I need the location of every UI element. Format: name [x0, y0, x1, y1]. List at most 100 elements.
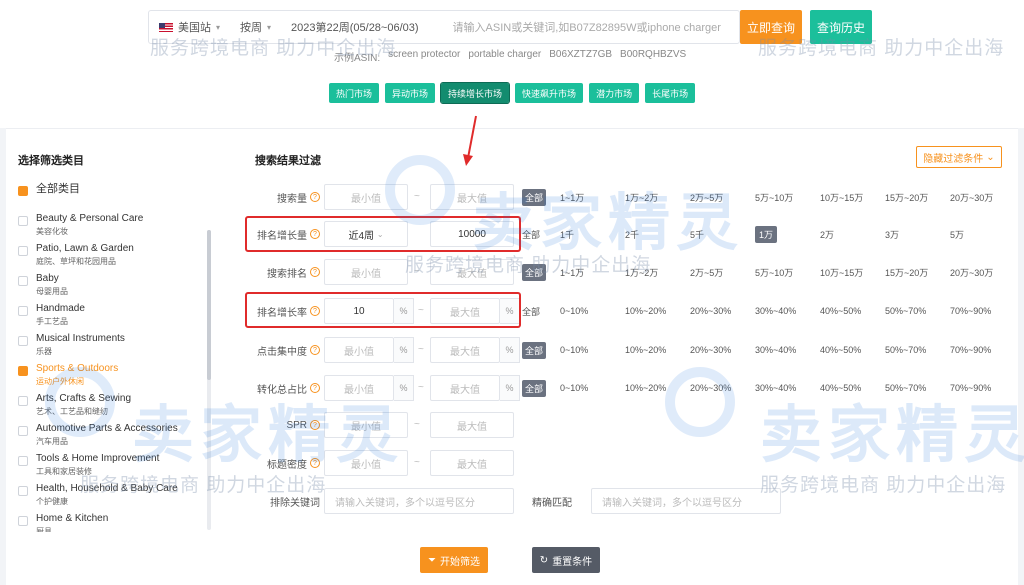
max-input[interactable]: 最大值: [430, 375, 500, 401]
checkbox[interactable]: [18, 426, 28, 436]
preset-option[interactable]: 全部: [522, 188, 560, 206]
tab-surging-market[interactable]: 快速飙升市场: [515, 83, 584, 103]
tab-volatile-market[interactable]: 异动市场: [385, 83, 436, 103]
preset-option[interactable]: 40%~50%: [820, 383, 885, 393]
min-input[interactable]: 最小值: [324, 412, 408, 438]
preset-option[interactable]: 全部: [522, 379, 560, 397]
search-input[interactable]: 请输入ASIN或关键词,如B07Z82895W或iphone charger: [429, 19, 739, 35]
preset-option[interactable]: 20%~30%: [690, 345, 755, 355]
category-item[interactable]: 全部类目: [18, 182, 208, 212]
checkbox[interactable]: [18, 276, 28, 286]
category-item[interactable]: Tools & Home Improvement 工具和家居装修: [18, 452, 208, 482]
max-input[interactable]: 最大值: [430, 184, 514, 210]
help-icon[interactable]: ?: [310, 192, 320, 202]
help-icon[interactable]: ?: [310, 345, 320, 355]
preset-option[interactable]: 0~10%: [560, 345, 625, 355]
preset-option[interactable]: 50%~70%: [885, 345, 950, 355]
exact-match-input[interactable]: 请输入关键词，多个以逗号区分: [591, 488, 781, 514]
preset-option[interactable]: 1万~2万: [625, 266, 690, 279]
checkbox[interactable]: [18, 306, 28, 316]
reset-button[interactable]: ↻ 重置条件: [532, 547, 600, 573]
preset-option[interactable]: 40%~50%: [820, 345, 885, 355]
checkbox[interactable]: [18, 396, 28, 406]
preset-option[interactable]: 20万~30万: [950, 191, 1015, 204]
preset-option[interactable]: 40%~50%: [820, 306, 885, 316]
preset-option[interactable]: 1万~2万: [625, 191, 690, 204]
preset-option[interactable]: 5万~10万: [755, 266, 820, 279]
example-link[interactable]: B06XZTZ7GB: [549, 49, 612, 64]
preset-option[interactable]: 0~10%: [560, 306, 625, 316]
preset-option[interactable]: 1万: [755, 225, 820, 243]
preset-option[interactable]: 3万: [885, 228, 950, 241]
preset-option[interactable]: 10%~20%: [625, 345, 690, 355]
preset-option[interactable]: 15万~20万: [885, 191, 950, 204]
preset-option[interactable]: 1千: [560, 228, 625, 241]
checkbox[interactable]: [18, 216, 28, 226]
example-link[interactable]: portable charger: [468, 49, 541, 64]
preset-option[interactable]: 70%~90%: [950, 306, 1015, 316]
preset-option[interactable]: 2万~5万: [690, 191, 755, 204]
preset-option[interactable]: 15万~20万: [885, 266, 950, 279]
checkbox[interactable]: [18, 366, 28, 376]
week-select[interactable]: 2023第22周(05/28~06/03): [281, 11, 429, 43]
help-icon[interactable]: ?: [310, 420, 320, 430]
preset-option[interactable]: 全部: [522, 263, 560, 281]
preset-option[interactable]: 2千: [625, 228, 690, 241]
max-input[interactable]: 最大值: [430, 337, 500, 363]
preset-option[interactable]: 50%~70%: [885, 383, 950, 393]
category-item[interactable]: Handmade 手工艺品: [18, 302, 208, 332]
preset-option[interactable]: 全部: [522, 341, 560, 359]
preset-option[interactable]: 20万~30万: [950, 266, 1015, 279]
checkbox[interactable]: [18, 456, 28, 466]
preset-option[interactable]: 20%~30%: [690, 306, 755, 316]
preset-option[interactable]: 全部: [522, 305, 560, 318]
hide-filters-button[interactable]: 隐藏过滤条件 ⌄: [916, 146, 1002, 168]
min-input[interactable]: 最小值: [324, 337, 394, 363]
help-icon[interactable]: ?: [310, 383, 320, 393]
example-link[interactable]: B00RQHBZVS: [620, 49, 686, 64]
checkbox[interactable]: [18, 246, 28, 256]
min-input[interactable]: 最小值: [324, 259, 408, 285]
max-input[interactable]: 最大值: [430, 259, 514, 285]
preset-option[interactable]: 1~1万: [560, 191, 625, 204]
tab-potential-market[interactable]: 潜力市场: [589, 83, 640, 103]
preset-option[interactable]: 10万~15万: [820, 191, 885, 204]
checkbox[interactable]: [18, 336, 28, 346]
preset-option[interactable]: 70%~90%: [950, 345, 1015, 355]
category-item[interactable]: Musical Instruments 乐器: [18, 332, 208, 362]
preset-option[interactable]: 30%~40%: [755, 345, 820, 355]
category-item[interactable]: Home & Kitchen 厨具: [18, 512, 208, 532]
example-link[interactable]: screen protector: [388, 49, 460, 64]
preset-option[interactable]: 全部: [522, 228, 560, 241]
preset-option[interactable]: 5万~10万: [755, 191, 820, 204]
history-button[interactable]: 查询历史: [810, 10, 872, 44]
min-input[interactable]: 最小值: [324, 184, 408, 210]
preset-option[interactable]: 30%~40%: [755, 383, 820, 393]
preset-option[interactable]: 10%~20%: [625, 306, 690, 316]
min-input[interactable]: 最小值: [324, 375, 394, 401]
country-select[interactable]: 美国站 ▾: [149, 11, 230, 43]
preset-option[interactable]: 10%~20%: [625, 383, 690, 393]
preset-option[interactable]: 5万: [950, 228, 1015, 241]
tab-growing-market[interactable]: 持续增长市场: [440, 82, 511, 104]
query-button[interactable]: 立即查询: [740, 10, 802, 44]
min-input[interactable]: 最小值: [324, 450, 408, 476]
help-icon[interactable]: ?: [310, 267, 320, 277]
category-scroll-thumb[interactable]: [207, 230, 211, 380]
category-item[interactable]: Patio, Lawn & Garden 庭院、草坪和花园用品: [18, 242, 208, 272]
category-item[interactable]: Beauty & Personal Care 美容化妆: [18, 212, 208, 242]
preset-option[interactable]: 1~1万: [560, 266, 625, 279]
period-type-select[interactable]: 按周 ▾: [230, 11, 281, 43]
category-item[interactable]: Arts, Crafts & Sewing 艺术、工艺品和缝纫: [18, 392, 208, 422]
exclude-keywords-input[interactable]: 请输入关键词，多个以逗号区分: [324, 488, 514, 514]
tab-longtail-market[interactable]: 长尾市场: [645, 83, 696, 103]
preset-option[interactable]: 30%~40%: [755, 306, 820, 316]
category-item[interactable]: Automotive Parts & Accessories 汽车用品: [18, 422, 208, 452]
max-input[interactable]: 最大值: [430, 412, 514, 438]
category-item[interactable]: Health, Household & Baby Care 个护健康: [18, 482, 208, 512]
checkbox[interactable]: [18, 516, 28, 526]
category-item[interactable]: Baby 母婴用品: [18, 272, 208, 302]
preset-option[interactable]: 2万: [820, 228, 885, 241]
preset-option[interactable]: 10万~15万: [820, 266, 885, 279]
preset-option[interactable]: 5千: [690, 228, 755, 241]
